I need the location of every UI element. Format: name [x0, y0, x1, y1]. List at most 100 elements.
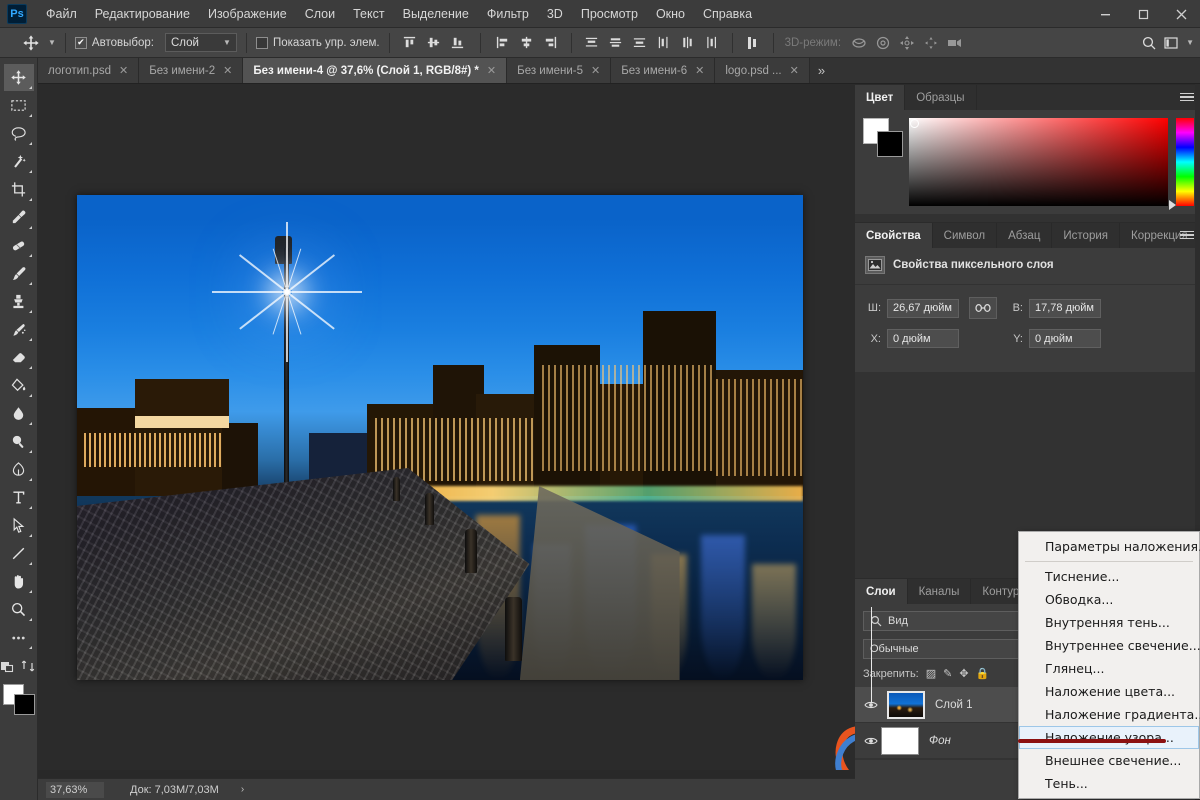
tool-preset-caret-icon[interactable]: ▼ — [48, 38, 56, 47]
rotate-3d-icon[interactable] — [847, 32, 871, 54]
menu-item-outer-glow[interactable]: Внешнее свечение... — [1019, 749, 1199, 772]
document-canvas[interactable] — [77, 195, 803, 680]
lasso-tool[interactable] — [4, 120, 34, 147]
menu-help[interactable]: Справка — [694, 3, 761, 25]
slide-3d-icon[interactable] — [919, 32, 943, 54]
crop-tool[interactable] — [4, 176, 34, 203]
menu-image[interactable]: Изображение — [199, 3, 296, 25]
menu-item-gradient-overlay[interactable]: Наложение градиента... — [1019, 703, 1200, 726]
dodge-tool[interactable] — [4, 428, 34, 455]
blur-tool[interactable] — [4, 400, 34, 427]
maximize-button[interactable] — [1124, 0, 1162, 28]
lock-position-icon[interactable]: ✥ — [959, 667, 968, 680]
search-icon[interactable] — [1138, 32, 1160, 54]
hand-tool[interactable] — [4, 568, 34, 595]
auto-align-layers-icon[interactable] — [742, 32, 764, 54]
brush-tool[interactable] — [4, 260, 34, 287]
width-input[interactable]: 26,67 дюйм — [887, 298, 959, 318]
menu-select[interactable]: Выделение — [394, 3, 478, 25]
autoselect-scope-select[interactable]: Слой ▼ — [164, 33, 237, 52]
roll-3d-icon[interactable] — [871, 32, 895, 54]
close-icon[interactable]: ✕ — [487, 64, 496, 77]
background-color-swatch[interactable] — [13, 694, 35, 715]
menu-filter[interactable]: Фильтр — [478, 3, 538, 25]
canvas-area[interactable]: WAMOTVET Про компьютеры, программы ... — [38, 84, 855, 770]
y-input[interactable]: 0 дюйм — [1029, 329, 1101, 348]
close-icon[interactable]: ✕ — [591, 64, 600, 77]
zoom-level-field[interactable]: 37,63% — [46, 781, 104, 798]
align-left-edges-icon[interactable] — [492, 32, 514, 54]
menu-item-stroke[interactable]: Обводка... — [1019, 588, 1199, 611]
document-tab[interactable]: Без имени-2 ✕ — [139, 58, 244, 83]
lock-all-icon[interactable]: 🔒 — [976, 667, 990, 680]
distribute-vertical-center-icon[interactable] — [605, 32, 627, 54]
background-color-swatch[interactable] — [877, 131, 903, 157]
pan-3d-icon[interactable] — [895, 32, 919, 54]
close-button[interactable] — [1162, 0, 1200, 28]
distribute-left-icon[interactable] — [653, 32, 675, 54]
move-tool[interactable] — [3, 64, 34, 91]
distribute-top-icon[interactable] — [581, 32, 603, 54]
tab-properties[interactable]: Свойства — [855, 223, 933, 248]
menu-item-bevel-emboss[interactable]: Тиснение... — [1019, 565, 1199, 588]
menu-item-color-overlay[interactable]: Наложение цвета... — [1019, 680, 1199, 703]
layer-thumbnail[interactable] — [881, 726, 919, 755]
panel-menu-icon[interactable] — [1180, 228, 1194, 242]
document-tab[interactable]: logo.psd ... ✕ — [715, 58, 810, 83]
menu-edit[interactable]: Редактирование — [86, 3, 199, 25]
align-top-edges-icon[interactable] — [399, 32, 421, 54]
color-field[interactable] — [909, 118, 1168, 206]
tab-overflow-icon[interactable]: » — [810, 58, 833, 83]
magic-wand-tool[interactable] — [4, 148, 34, 175]
tab-character[interactable]: Символ — [933, 223, 998, 248]
menu-item-inner-shadow[interactable]: Внутренняя тень... — [1019, 611, 1199, 634]
tab-color[interactable]: Цвет — [855, 85, 906, 110]
panel-menu-icon[interactable] — [1180, 90, 1194, 104]
menu-item-blending-options[interactable]: Параметры наложения... — [1019, 535, 1200, 558]
menu-text[interactable]: Текст — [344, 3, 393, 25]
menu-layers[interactable]: Слои — [296, 3, 344, 25]
menu-file[interactable]: Файл — [37, 3, 86, 25]
distribute-right-icon[interactable] — [701, 32, 723, 54]
align-vertical-centers-icon[interactable] — [423, 32, 445, 54]
close-icon[interactable]: ✕ — [223, 64, 232, 77]
distribute-bottom-icon[interactable] — [629, 32, 651, 54]
history-brush-tool[interactable] — [4, 316, 34, 343]
menu-item-drop-shadow[interactable]: Тень... — [1019, 772, 1199, 795]
layer-visibility-icon[interactable] — [861, 736, 881, 746]
autoselect-checkbox[interactable]: ✔ — [74, 36, 87, 49]
tab-history[interactable]: История — [1052, 223, 1121, 248]
menu-item-satin[interactable]: Глянец... — [1019, 657, 1199, 680]
tab-swatches[interactable]: Образцы — [905, 85, 977, 110]
close-icon[interactable]: ✕ — [119, 64, 128, 77]
screen-mode-icon[interactable] — [21, 659, 37, 678]
menu-item-inner-glow[interactable]: Внутреннее свечение... — [1019, 634, 1200, 657]
pen-tool[interactable] — [4, 456, 34, 483]
camera-3d-icon[interactable] — [943, 32, 967, 54]
type-tool[interactable] — [4, 484, 34, 511]
healing-brush-tool[interactable] — [4, 232, 34, 259]
lock-transparent-pixels-icon[interactable]: ▨ — [926, 667, 936, 680]
close-icon[interactable]: ✕ — [695, 64, 704, 77]
tab-layers[interactable]: Слои — [855, 579, 908, 604]
workspace-switcher-icon[interactable] — [1160, 32, 1182, 54]
path-selection-tool[interactable] — [4, 512, 34, 539]
document-tab[interactable]: Без имени-5 ✕ — [507, 58, 612, 83]
document-tab[interactable]: логотип.psd ✕ — [38, 58, 140, 83]
show-controls-checkbox[interactable] — [255, 36, 268, 49]
tab-paragraph[interactable]: Абзац — [997, 223, 1053, 248]
document-tab[interactable]: Без имени-6 ✕ — [611, 58, 716, 83]
menu-view[interactable]: Просмотр — [572, 3, 647, 25]
minimize-button[interactable] — [1086, 0, 1124, 28]
rectangular-marquee-tool[interactable] — [4, 92, 34, 119]
eraser-tool[interactable] — [4, 344, 34, 371]
clone-stamp-tool[interactable] — [4, 288, 34, 315]
menu-item-pattern-overlay[interactable]: Наложение узора... — [1019, 726, 1199, 749]
tab-channels[interactable]: Каналы — [908, 579, 972, 604]
paint-bucket-tool[interactable] — [4, 372, 34, 399]
layer-thumbnail[interactable] — [887, 690, 925, 719]
height-input[interactable]: 17,78 дюйм — [1029, 298, 1101, 318]
hue-slider[interactable] — [1169, 118, 1194, 210]
move-tool-icon[interactable] — [18, 31, 44, 55]
align-bottom-edges-icon[interactable] — [447, 32, 469, 54]
